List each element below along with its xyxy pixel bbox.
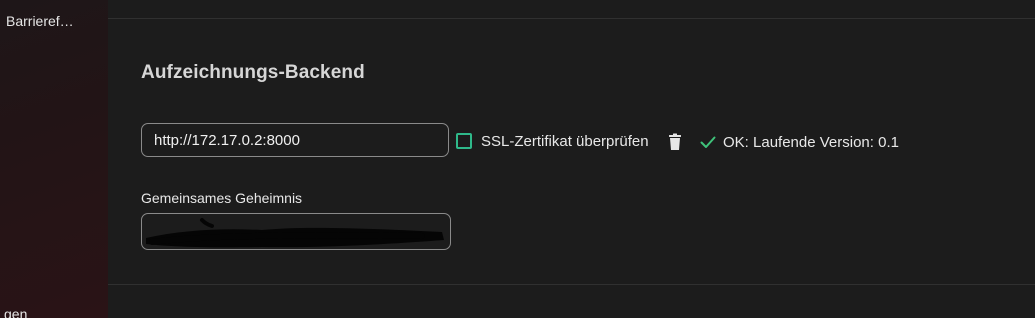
settings-panel: Aufzeichnungs-Backend SSL-Zertifikat übe… [108,0,1035,318]
divider [108,284,1035,285]
shared-secret-input[interactable] [141,213,451,250]
ssl-verify-label[interactable]: SSL-Zertifikat überprüfen [481,133,649,150]
check-icon [700,136,716,148]
sidebar-item-barrierefreiheit[interactable]: Barrieref… [6,13,74,29]
ssl-verify-checkbox[interactable] [456,133,472,149]
shared-secret-label: Gemeinsames Geheimnis [141,190,303,206]
divider [108,18,1035,19]
delete-button[interactable] [665,132,685,152]
redaction-scribble [146,218,444,248]
backend-url-input[interactable] [141,123,449,157]
section-title: Aufzeichnungs-Backend [141,62,365,83]
trash-icon [669,133,681,150]
sidebar: Barrieref… gen [0,0,108,318]
status-text: OK: Laufende Version: 0.1 [723,134,899,151]
sidebar-item-partial[interactable]: gen [4,306,27,318]
